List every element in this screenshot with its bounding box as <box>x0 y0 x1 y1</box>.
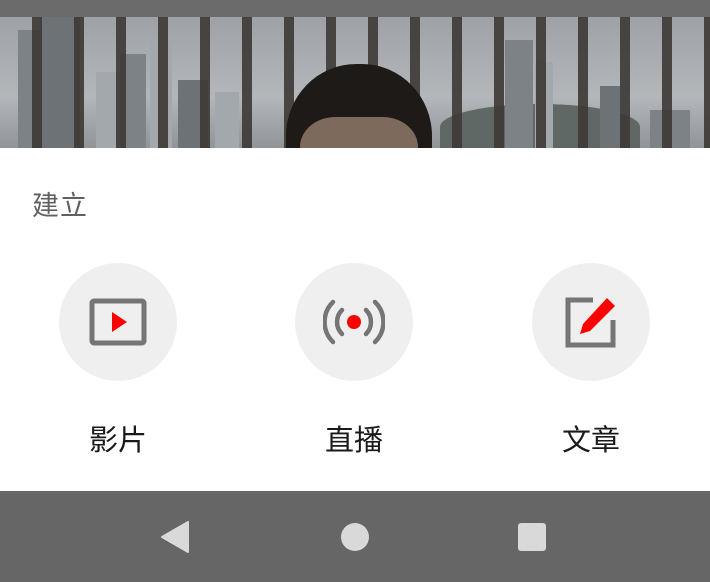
system-navigation-bar <box>0 491 710 582</box>
screen: 建立 影片 直播 文章 <box>0 0 710 582</box>
create-bottom-sheet: 建立 影片 直播 文章 <box>0 148 710 491</box>
edit-post-icon <box>565 297 616 348</box>
create-video-label: 影片 <box>88 423 147 457</box>
live-broadcast-icon <box>323 299 385 345</box>
sheet-title: 建立 <box>32 191 88 222</box>
home-icon <box>341 523 369 551</box>
create-video-button[interactable]: 影片 <box>38 263 198 463</box>
create-post-label: 文章 <box>561 423 620 457</box>
create-live-button[interactable]: 直播 <box>274 263 434 463</box>
home-button[interactable] <box>337 519 373 555</box>
post-icon-circle <box>532 263 650 381</box>
presenter-face <box>300 117 418 150</box>
status-bar-area <box>0 0 710 17</box>
back-button[interactable] <box>158 519 194 555</box>
video-icon-circle <box>59 263 177 381</box>
create-live-label: 直播 <box>324 423 383 457</box>
create-post-button[interactable]: 文章 <box>511 263 671 463</box>
video-thumbnail-background <box>0 0 710 150</box>
recents-button[interactable] <box>514 519 550 555</box>
live-icon-circle <box>295 263 413 381</box>
video-frame <box>0 17 710 150</box>
back-icon <box>161 521 189 553</box>
video-upload-icon <box>89 298 147 346</box>
recents-icon <box>518 523 546 551</box>
